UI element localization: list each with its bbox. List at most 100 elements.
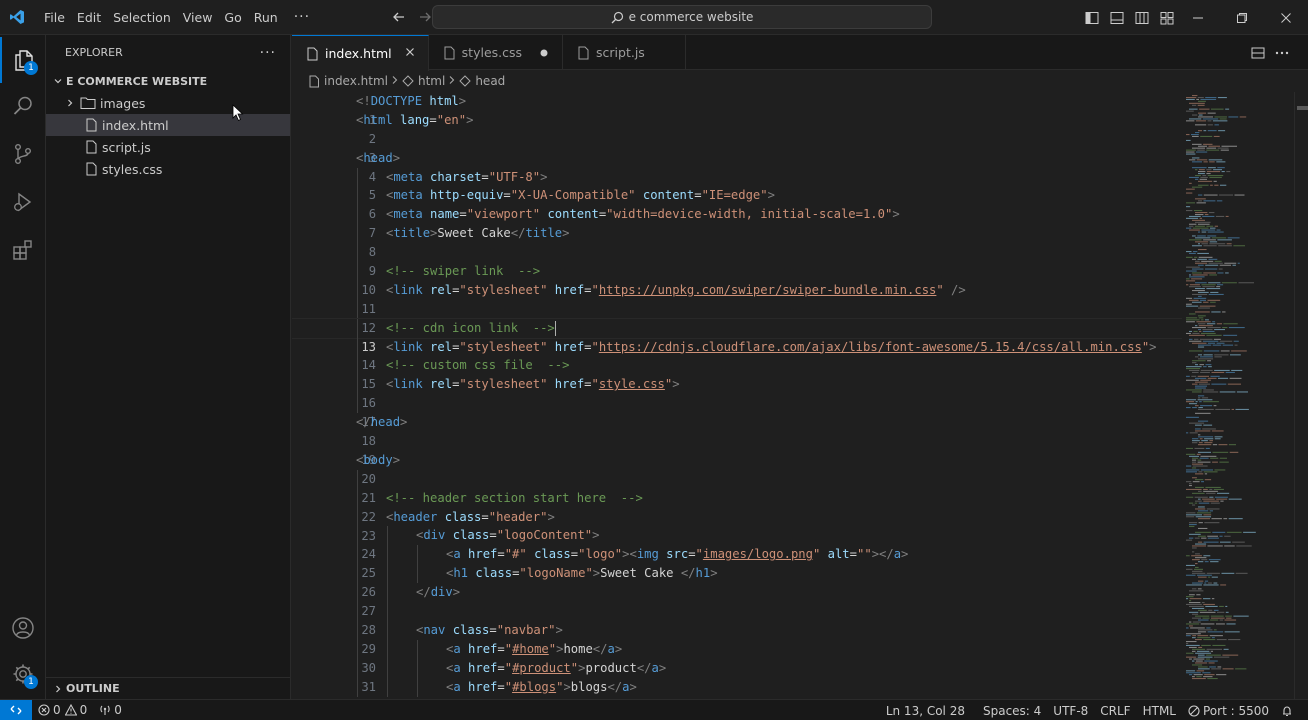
minimap-line <box>1216 498 1228 500</box>
close-window-button[interactable] <box>1264 0 1308 35</box>
code-editor[interactable]: 1 <!DOCTYPE html> 2 <html lang="en"> 3 4 <h… <box>292 92 1182 699</box>
minimap-line <box>1194 225 1205 227</box>
nav-back-button[interactable] <box>386 4 412 30</box>
minimap-line <box>1228 444 1236 446</box>
manage-settings-button[interactable]: 1 <box>0 651 46 697</box>
tab-styles-css[interactable]: styles.css <box>429 35 564 70</box>
source-control-view-button[interactable] <box>0 131 46 177</box>
explorer-view-button[interactable]: 1 <box>0 37 46 83</box>
minimap-line <box>1198 397 1201 399</box>
menu-edit[interactable]: Edit <box>71 0 107 35</box>
minimap-line <box>1203 639 1216 641</box>
tab-close-button[interactable] <box>402 46 418 61</box>
breadcrumb-head[interactable]: head <box>475 74 505 88</box>
minimap-line <box>1189 658 1192 660</box>
tab-index-html[interactable]: index.html <box>292 35 429 71</box>
vertical-scrollbar[interactable] <box>1294 92 1308 699</box>
menu-run[interactable]: Run <box>248 0 284 35</box>
explorer-more-actions-button[interactable]: ··· <box>260 45 276 61</box>
token: = <box>497 679 505 694</box>
minimap-line <box>1213 405 1217 407</box>
code-line: 16 <link rel="stylesheet" href="style.css… <box>292 375 1182 410</box>
scrollbar-thumb[interactable] <box>1297 106 1308 110</box>
token: = <box>849 547 857 562</box>
token: rel <box>422 377 453 392</box>
minimap-line <box>1217 611 1225 613</box>
tree-item-script-js[interactable]: script.js <box>46 136 290 158</box>
problems-indicator[interactable]: 0 0 <box>32 700 93 720</box>
tree-item-index-html[interactable]: index.html <box>46 114 290 136</box>
tree-item-images-folder[interactable]: images <box>46 92 290 114</box>
link-token[interactable]: style.css <box>599 377 665 391</box>
minimap-line <box>1226 623 1236 625</box>
breadcrumb-html[interactable]: html <box>418 74 445 88</box>
minimap-line <box>1186 471 1197 473</box>
live-server-port[interactable]: Port : 5500 <box>1182 700 1275 720</box>
search-view-button[interactable] <box>0 83 46 129</box>
accounts-button[interactable] <box>0 605 46 651</box>
command-center-search[interactable]: e commerce website <box>432 5 932 29</box>
restore-button[interactable] <box>1220 0 1264 35</box>
minimap[interactable] <box>1182 92 1294 699</box>
encoding-setting[interactable]: UTF-8 <box>1047 700 1094 720</box>
menu-file[interactable]: File <box>38 0 71 35</box>
cursor-position[interactable]: Ln 13, Col 28 <box>880 700 971 720</box>
toggle-secondary-sidebar-button[interactable] <box>1130 6 1154 30</box>
link-token[interactable]: https://cdnjs.cloudflare.com/ajax/libs/f… <box>599 340 1142 354</box>
unsaved-dot-icon[interactable] <box>536 46 552 60</box>
remote-indicator-button[interactable] <box>0 699 32 720</box>
menu-view[interactable]: View <box>177 0 219 35</box>
notifications-button[interactable] <box>1275 700 1302 720</box>
ports-indicator[interactable]: 0 <box>93 700 128 720</box>
run-debug-view-button[interactable] <box>0 179 46 225</box>
minimap-line <box>1214 496 1228 498</box>
minimap-line <box>1203 500 1219 502</box>
minimap-line <box>1199 611 1216 613</box>
minimap-line <box>1204 473 1208 475</box>
language-mode[interactable]: HTML <box>1137 700 1182 720</box>
breadcrumb-file[interactable]: index.html <box>324 74 388 88</box>
minimap-line <box>1216 323 1222 325</box>
link-token[interactable]: https://unpkg.com/swiper/swiper-bundle.m… <box>599 283 937 297</box>
toggle-panel-button[interactable] <box>1105 6 1129 30</box>
minimap-line <box>1195 639 1202 641</box>
minimap-line <box>1192 342 1207 344</box>
minimap-line <box>1214 656 1230 658</box>
outline-section-header[interactable]: OUTLINE <box>46 677 291 699</box>
split-editor-button[interactable] <box>1246 46 1270 60</box>
minimap-line <box>1186 303 1192 305</box>
link-token[interactable]: #blogs <box>512 680 556 694</box>
tab-script-js[interactable]: script.js <box>563 35 686 70</box>
editor-more-actions-button[interactable] <box>1270 51 1294 55</box>
minimap-line <box>1201 397 1209 399</box>
minimize-button[interactable] <box>1176 0 1220 35</box>
indentation-setting[interactable]: Spaces: 4 <box>977 700 1047 720</box>
token: href <box>460 660 498 675</box>
link-token[interactable]: images/logo.png <box>703 547 813 561</box>
token: " <box>591 282 599 297</box>
menu-selection[interactable]: Selection <box>107 0 177 35</box>
minimap-line <box>1192 676 1195 678</box>
error-icon <box>38 704 50 716</box>
workspace-folder-header[interactable]: E COMMERCE WEBSITE <box>46 70 290 92</box>
link-token[interactable]: #product <box>512 661 571 675</box>
token: "logoContent" <box>496 528 593 543</box>
minimap-line <box>1199 330 1202 332</box>
link-token[interactable]: #home <box>512 642 549 656</box>
minimap-line <box>1202 286 1215 288</box>
code-line: 19 <box>292 432 1182 467</box>
minimap-line <box>1198 249 1207 251</box>
menu-more-button[interactable]: ··· <box>284 9 320 25</box>
token: > <box>392 150 401 165</box>
toggle-primary-sidebar-button[interactable] <box>1080 6 1104 30</box>
tree-item-styles-css[interactable]: styles.css <box>46 158 290 180</box>
eol-setting[interactable]: CRLF <box>1094 700 1136 720</box>
menu-go[interactable]: Go <box>218 0 247 35</box>
token: "width=device-width, initial-scale=1.0" <box>606 207 893 222</box>
minimap-line <box>1192 362 1197 364</box>
minimap-line <box>1197 149 1205 151</box>
minimap-line <box>1199 178 1207 180</box>
token: html <box>422 94 459 108</box>
extensions-view-button[interactable] <box>0 227 46 273</box>
minimap-line <box>1192 551 1195 553</box>
